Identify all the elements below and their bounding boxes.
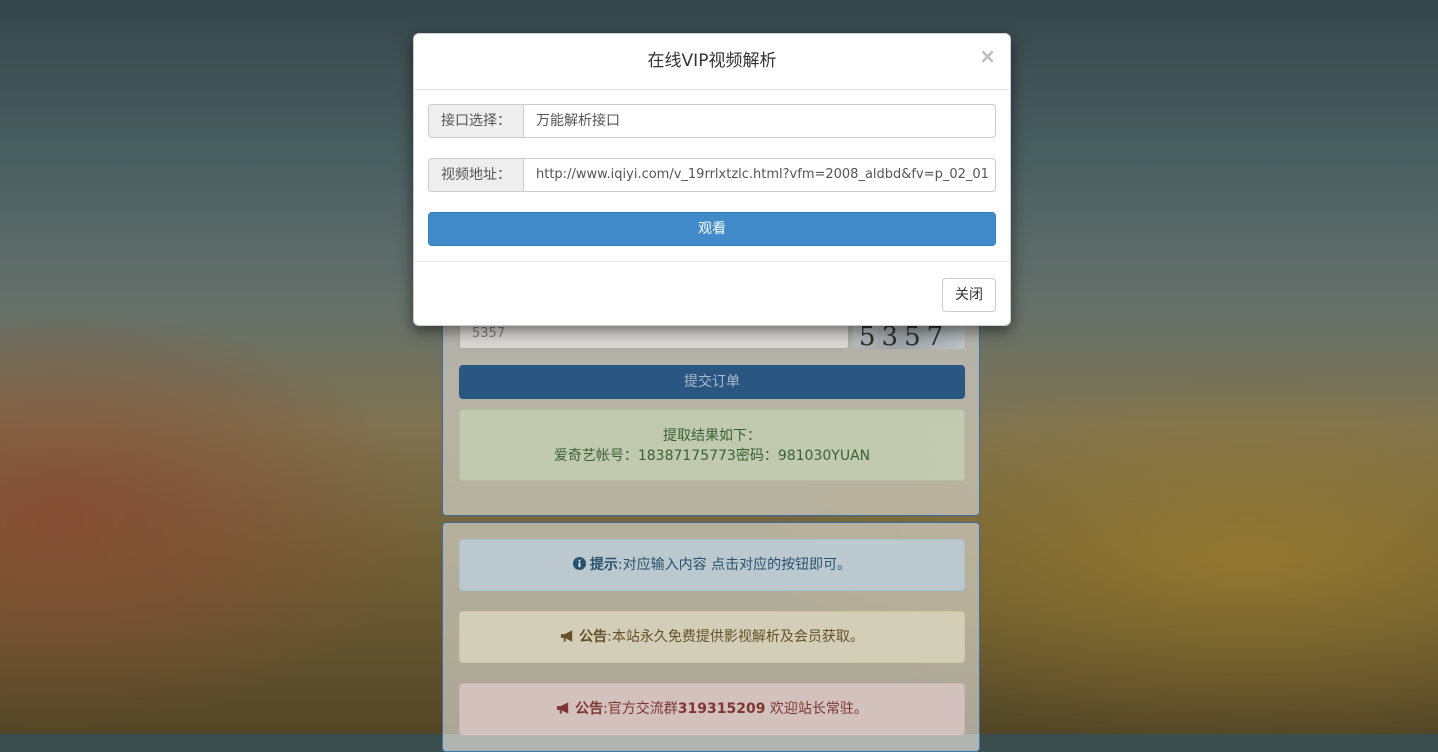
interface-select[interactable]: 万能解析接口 xyxy=(524,104,996,138)
vip-parse-modal: 在线VIP视频解析 × 接口选择： 万能解析接口 视频地址： http://ww… xyxy=(413,33,1011,326)
modal-footer: 关闭 xyxy=(414,261,1010,326)
close-button[interactable]: 关闭 xyxy=(942,278,996,312)
video-url-group: 视频地址： http://www.iqiyi.com/v_19rrlxtzlc.… xyxy=(428,158,996,192)
watch-button[interactable]: 观看 xyxy=(428,212,996,246)
modal-header: 在线VIP视频解析 × xyxy=(414,34,1010,90)
video-url-input[interactable]: http://www.iqiyi.com/v_19rrlxtzlc.html?v… xyxy=(524,158,996,192)
modal-title: 在线VIP视频解析 xyxy=(647,51,777,71)
interface-label: 接口选择： xyxy=(428,104,524,138)
interface-select-group: 接口选择： 万能解析接口 xyxy=(428,104,996,138)
close-icon[interactable]: × xyxy=(979,44,996,68)
video-url-label: 视频地址： xyxy=(428,158,524,192)
